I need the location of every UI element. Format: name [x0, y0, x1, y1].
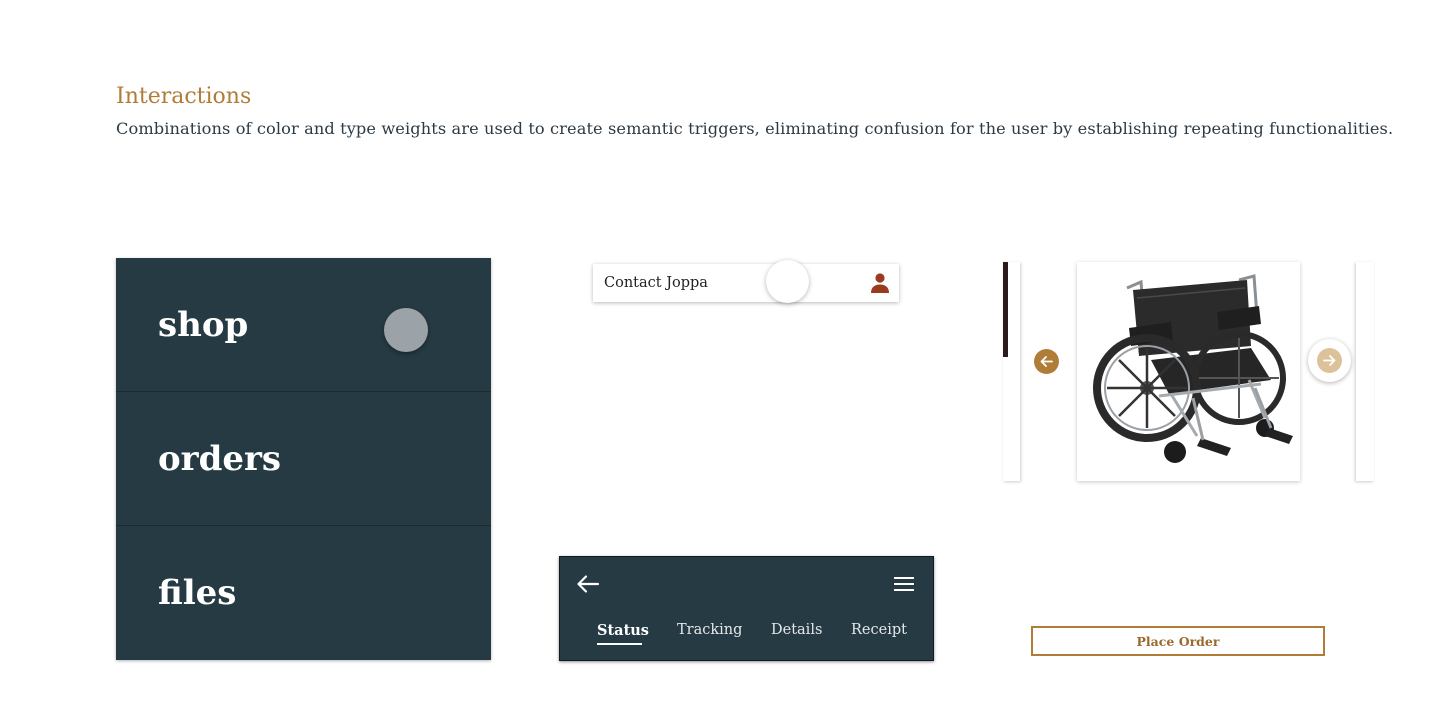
arrow-left-icon[interactable] — [1034, 349, 1059, 374]
nav-item-files[interactable]: files — [116, 526, 491, 660]
tab-status[interactable]: Status — [597, 622, 649, 639]
product-card[interactable] — [1077, 262, 1300, 481]
tab-details[interactable]: Details — [771, 622, 822, 638]
nav-item-orders[interactable]: orders — [116, 392, 491, 526]
back-arrow-icon[interactable] — [575, 571, 601, 597]
place-order-button[interactable]: Place Order — [1031, 626, 1325, 656]
carousel-card-next[interactable] — [1356, 262, 1374, 481]
contact-label: Contact Joppa — [604, 275, 708, 291]
section-description: Combinations of color and type weights a… — [116, 119, 1394, 138]
touch-indicator — [384, 308, 428, 352]
tab-tracking[interactable]: Tracking — [677, 622, 742, 638]
wheelchair-image — [1093, 274, 1293, 463]
nav-item-label: orders — [158, 438, 282, 479]
tab-receipt[interactable]: Receipt — [851, 622, 907, 638]
nav-item-shop[interactable]: shop — [116, 258, 491, 392]
person-icon[interactable] — [869, 272, 891, 294]
section-title: Interactions — [116, 84, 252, 109]
active-tab-indicator — [597, 643, 642, 645]
nav-item-label: files — [158, 573, 237, 613]
nav-item-label: shop — [158, 304, 249, 345]
arrow-right-button[interactable] — [1308, 339, 1351, 382]
previous-product-image — [1003, 262, 1008, 357]
carousel-card-previous[interactable] — [1003, 262, 1020, 481]
contact-bar[interactable]: Contact Joppa — [593, 260, 899, 303]
arrow-right-icon — [1317, 348, 1342, 373]
hamburger-menu-icon[interactable] — [893, 575, 915, 593]
touch-indicator — [766, 260, 809, 303]
order-status-header: Status Tracking Details Receipt — [559, 556, 934, 661]
page: Interactions Combinations of color and t… — [0, 0, 1440, 702]
nav-menu-card: shop orders files — [116, 258, 491, 660]
